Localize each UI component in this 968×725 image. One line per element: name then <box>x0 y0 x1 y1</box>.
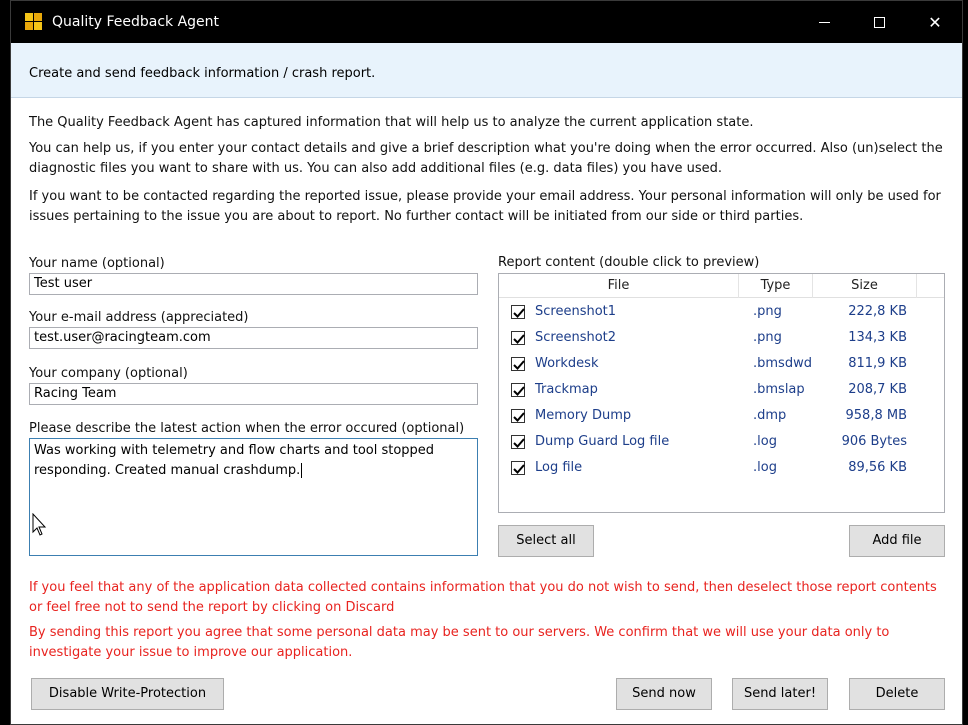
include-checkbox[interactable] <box>511 435 525 449</box>
file-type: .png <box>753 330 782 345</box>
description-text: Was working with telemetry and flow char… <box>34 443 435 478</box>
file-size: 811,9 KB <box>848 356 907 371</box>
file-size: 208,7 KB <box>848 382 907 397</box>
intro-paragraph-1: The Quality Feedback Agent has captured … <box>29 115 754 130</box>
quality-feedback-window: Quality Feedback Agent ✕ Create and send… <box>10 0 963 725</box>
list-item[interactable]: Log file .log 89,56 KB <box>499 456 944 482</box>
list-item[interactable]: Dump Guard Log file .log 906 Bytes <box>499 430 944 456</box>
disable-write-protection-button[interactable]: Disable Write-Protection <box>31 678 224 710</box>
minimize-button[interactable] <box>801 1 847 43</box>
close-icon: ✕ <box>928 12 942 32</box>
list-item[interactable]: Trackmap .bmslap 208,7 KB <box>499 378 944 404</box>
delete-button[interactable]: Delete <box>849 678 945 710</box>
report-content-list[interactable]: File Type Size Screenshot1 .png 222,8 KB Sc… <box>498 273 945 513</box>
file-size: 89,56 KB <box>848 460 907 475</box>
file-name: Workdesk <box>535 356 599 371</box>
list-item[interactable]: Workdesk .bmsdwd 811,9 KB <box>499 352 944 378</box>
intro-paragraph-3: If you want to be contacted regarding th… <box>29 189 941 224</box>
file-size: 134,3 KB <box>848 330 907 345</box>
file-name: Trackmap <box>535 382 598 397</box>
description-textarea[interactable]: Was working with telemetry and flow char… <box>29 438 478 556</box>
intro-paragraph-2: You can help us, if you enter your conta… <box>29 141 943 176</box>
file-name: Screenshot1 <box>535 304 617 319</box>
column-header-file[interactable]: File <box>499 274 739 298</box>
checkmark-icon <box>513 308 525 318</box>
file-name: Dump Guard Log file <box>535 434 670 449</box>
include-checkbox[interactable] <box>511 409 525 423</box>
maximize-button[interactable] <box>856 1 902 43</box>
email-field[interactable]: test.user@racingteam.com <box>29 327 478 349</box>
header-band: Create and send feedback information / c… <box>11 43 962 98</box>
window-title: Quality Feedback Agent <box>52 14 220 30</box>
company-label: Your company (optional) <box>29 366 188 381</box>
file-type: .bmsdwd <box>753 356 812 371</box>
header-text: Create and send feedback information / c… <box>29 66 376 81</box>
file-name: Log file <box>535 460 583 475</box>
include-checkbox[interactable] <box>511 461 525 475</box>
minimize-icon <box>818 21 830 23</box>
include-checkbox[interactable] <box>511 305 525 319</box>
mouse-cursor-icon <box>32 513 47 536</box>
file-name: Memory Dump <box>535 408 632 423</box>
list-header: File Type Size <box>499 274 944 298</box>
list-item[interactable]: Screenshot1 .png 222,8 KB <box>499 300 944 326</box>
file-name: Screenshot2 <box>535 330 617 345</box>
checkmark-icon <box>513 464 525 474</box>
name-field[interactable]: Test user <box>29 273 478 295</box>
checkmark-icon <box>513 334 525 344</box>
list-item[interactable]: Screenshot2 .png 134,3 KB <box>499 326 944 352</box>
column-header-type[interactable]: Type <box>739 274 813 298</box>
name-label: Your name (optional) <box>29 256 165 271</box>
checkmark-icon <box>513 386 525 396</box>
company-field[interactable]: Racing Team <box>29 383 478 405</box>
select-all-button[interactable]: Select all <box>498 525 594 557</box>
add-file-button[interactable]: Add file <box>849 525 945 557</box>
include-checkbox[interactable] <box>511 383 525 397</box>
file-size: 222,8 KB <box>848 304 907 319</box>
file-size: 958,8 MB <box>845 408 907 423</box>
file-type: .log <box>753 434 777 449</box>
checkmark-icon <box>513 412 525 422</box>
send-later-button[interactable]: Send later! <box>732 678 828 710</box>
app-icon <box>25 13 42 30</box>
send-now-button[interactable]: Send now <box>616 678 712 710</box>
file-type: .png <box>753 304 782 319</box>
file-size: 906 Bytes <box>841 434 907 449</box>
file-type: .dmp <box>753 408 787 423</box>
include-checkbox[interactable] <box>511 357 525 371</box>
report-content-label: Report content (double click to preview) <box>498 255 760 270</box>
description-label: Please describe the latest action when t… <box>29 421 465 436</box>
discard-warning-text: If you feel that any of the application … <box>29 580 937 615</box>
privacy-consent-text: By sending this report you agree that so… <box>29 625 890 660</box>
file-type: .log <box>753 460 777 475</box>
list-item[interactable]: Memory Dump .dmp 958,8 MB <box>499 404 944 430</box>
maximize-icon <box>873 16 885 28</box>
include-checkbox[interactable] <box>511 331 525 345</box>
email-label: Your e-mail address (appreciated) <box>29 310 249 325</box>
text-caret <box>301 463 303 478</box>
title-bar[interactable]: Quality Feedback Agent ✕ <box>11 1 962 43</box>
checkmark-icon <box>513 438 525 448</box>
file-type: .bmslap <box>753 382 805 397</box>
close-button[interactable]: ✕ <box>912 1 958 43</box>
checkmark-icon <box>513 360 525 370</box>
column-header-size[interactable]: Size <box>813 274 917 298</box>
